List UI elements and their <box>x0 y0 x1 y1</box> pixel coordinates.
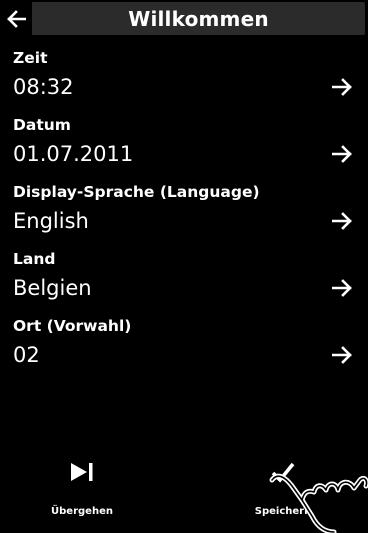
setting-label: Zeit <box>13 49 48 67</box>
right-arrow-icon <box>332 145 352 163</box>
pointing-hand-icon <box>269 473 368 533</box>
setting-row-language[interactable]: Display-Sprache (Language) English <box>0 182 368 248</box>
header: Willkommen <box>0 0 368 37</box>
setting-value: 02 <box>13 343 40 367</box>
page-title: Willkommen <box>128 6 269 31</box>
right-arrow-icon <box>332 212 352 230</box>
skip-label: Übergehen <box>51 506 113 517</box>
skip-icon <box>71 463 93 481</box>
setting-label: Ort (Vorwahl) <box>13 317 132 335</box>
setting-row-date[interactable]: Datum 01.07.2011 <box>0 115 368 181</box>
setting-label: Datum <box>13 116 71 134</box>
right-arrow-icon <box>332 346 352 364</box>
back-button[interactable] <box>0 0 31 37</box>
setting-label: Land <box>13 250 56 268</box>
setting-value: Belgien <box>13 276 92 300</box>
setting-row-area-code[interactable]: Ort (Vorwahl) 02 <box>0 316 368 382</box>
setting-value: 01.07.2011 <box>13 142 134 166</box>
right-arrow-icon <box>332 279 352 297</box>
setting-value: 08:32 <box>13 75 74 99</box>
setting-row-time[interactable]: Zeit 08:32 <box>0 48 368 114</box>
left-arrow-icon <box>6 9 26 28</box>
setting-value: English <box>13 209 89 233</box>
skip-button[interactable]: Übergehen <box>12 455 152 525</box>
setting-label: Display-Sprache (Language) <box>13 183 260 201</box>
right-arrow-icon <box>332 78 352 96</box>
setting-row-country[interactable]: Land Belgien <box>0 249 368 315</box>
title-bar: Willkommen <box>32 2 365 35</box>
